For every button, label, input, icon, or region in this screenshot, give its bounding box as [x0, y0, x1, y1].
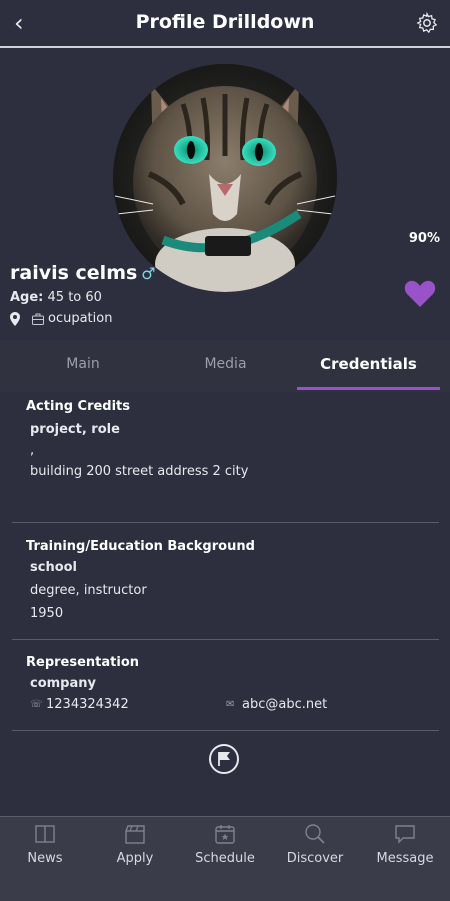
phone-number[interactable]: 1234324342: [46, 697, 129, 712]
nav-news-label: News: [27, 851, 63, 866]
representation-company: company: [30, 676, 96, 691]
phone-icon: ☏: [30, 699, 43, 710]
nav-message-label: Message: [376, 851, 434, 866]
male-gender-icon: ♂: [141, 264, 156, 283]
divider: [12, 639, 439, 640]
report-flag-button[interactable]: [209, 744, 239, 774]
representation-section: Representation company ☏ 1234324342 ✉ ab…: [12, 655, 439, 717]
representation-title: Representation: [26, 655, 140, 670]
tab-credentials[interactable]: Credentials: [297, 340, 440, 390]
divider: [12, 522, 439, 523]
occupation-text: ocupation: [48, 311, 113, 326]
training-degree: degree, instructor: [30, 583, 147, 598]
page-title: Profile Drilldown: [135, 11, 315, 33]
training-school: school: [30, 560, 78, 575]
age-label: Age:: [10, 290, 44, 305]
bottom-navigation: News Apply Schedule Discover Message: [0, 816, 450, 901]
book-icon: [35, 825, 55, 843]
acting-project-role: project, role: [30, 422, 120, 437]
email-address[interactable]: abc@abc.net: [242, 697, 327, 712]
nav-message[interactable]: Message: [360, 823, 450, 866]
clapper-icon: [125, 825, 145, 844]
tab-main[interactable]: Main: [12, 340, 154, 390]
training-section: Training/Education Background school deg…: [12, 539, 439, 621]
age-row: Age: 45 to 60: [10, 290, 102, 305]
email-icon: ✉: [226, 699, 235, 710]
profile-name-text: raivis celms: [10, 262, 138, 284]
acting-detail-line: ,: [30, 443, 35, 458]
nav-schedule-label: Schedule: [195, 851, 255, 866]
profile-completion: 90%: [408, 231, 440, 246]
acting-credits-title: Acting Credits: [26, 399, 131, 414]
briefcase-icon: [32, 313, 44, 325]
acting-address: building 200 street address 2 city: [30, 464, 249, 479]
nav-discover[interactable]: Discover: [270, 823, 360, 866]
heart-icon[interactable]: [404, 280, 436, 308]
nav-apply[interactable]: Apply: [90, 823, 180, 866]
nav-news[interactable]: News: [0, 823, 90, 866]
training-title: Training/Education Background: [26, 539, 255, 554]
chat-icon: [395, 825, 415, 844]
training-year: 1950: [30, 606, 64, 621]
gear-icon[interactable]: [416, 12, 438, 34]
acting-credits-section: Acting Credits project, role , building …: [12, 399, 439, 479]
location-occupation-row: ocupation: [10, 311, 112, 326]
nav-apply-label: Apply: [116, 851, 154, 866]
cat-photo-image: [113, 64, 337, 292]
location-pin-icon: [10, 311, 20, 326]
profile-photo[interactable]: [113, 64, 337, 292]
nav-discover-label: Discover: [286, 851, 344, 866]
profile-name: raivis celms ♂: [10, 262, 156, 284]
tab-bar: Main Media Credentials: [0, 340, 450, 392]
contact-row: ☏ 1234324342 ✉ abc@abc.net: [12, 697, 439, 717]
nav-schedule[interactable]: Schedule: [180, 823, 270, 866]
header-bar: ‹ Profile Drilldown: [0, 0, 450, 48]
age-value: 45 to 60: [47, 290, 102, 305]
divider: [12, 730, 439, 731]
calendar-icon: [215, 825, 235, 844]
search-icon: [305, 824, 325, 844]
tab-media[interactable]: Media: [154, 340, 297, 390]
flag-icon: [218, 752, 230, 766]
